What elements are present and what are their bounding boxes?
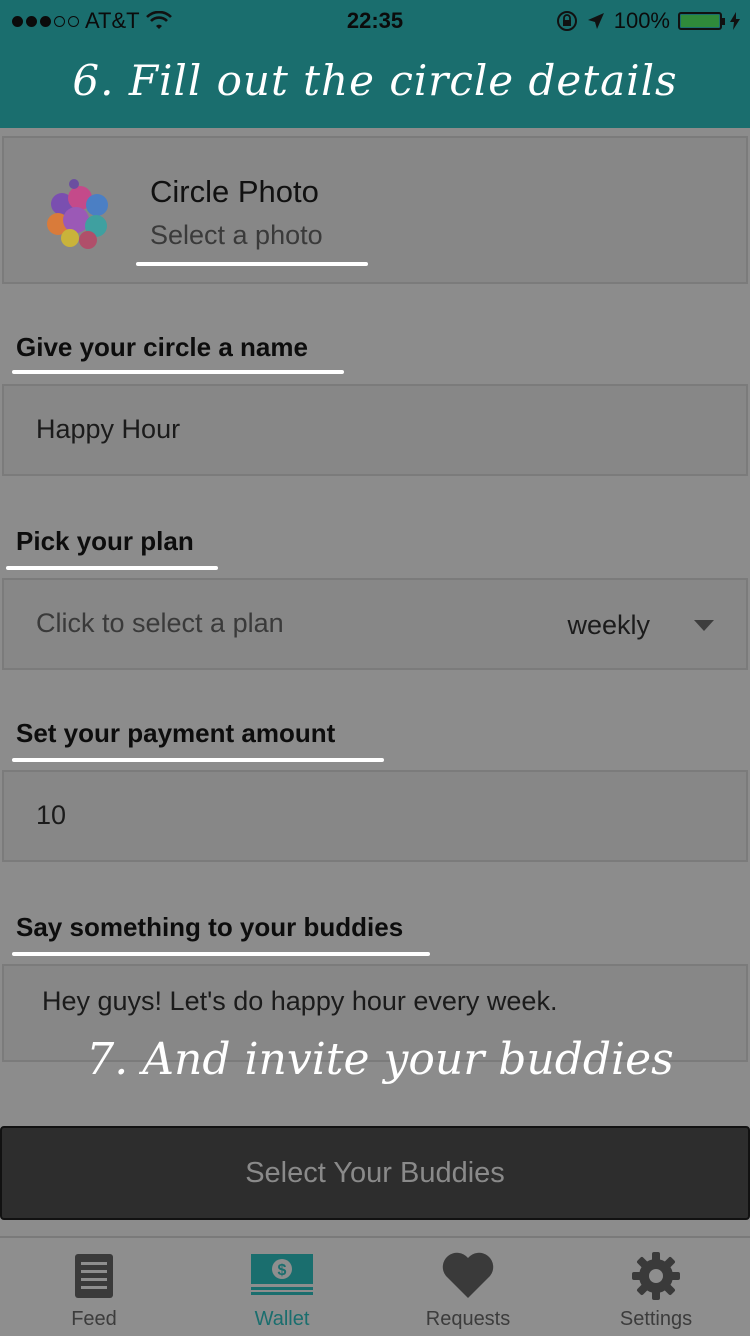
tab-requests[interactable]: Requests (374, 1238, 562, 1336)
wallet-icon: $ (251, 1254, 313, 1295)
dropdown-arrow-icon[interactable] (694, 620, 714, 631)
annotation-underline (12, 952, 430, 956)
invite-annotation: 7. And invite your buddies (86, 1034, 674, 1085)
feed-icon (75, 1254, 113, 1298)
svg-text:$: $ (278, 1262, 287, 1279)
charging-icon (730, 12, 740, 30)
tab-wallet[interactable]: $ Wallet (188, 1238, 376, 1336)
annotation-underline (136, 262, 368, 266)
payment-amount-input[interactable]: 10 (2, 770, 748, 862)
tab-label: Feed (71, 1308, 117, 1330)
annotation-underline (12, 370, 344, 374)
circle-name-value: Happy Hour (36, 414, 181, 444)
tab-label: Settings (619, 1308, 693, 1330)
annotation-underline (12, 758, 384, 762)
battery-percent: 100% (613, 8, 670, 33)
circle-photo-title: Circle Photo (150, 174, 319, 209)
message-value: Hey guys! Let's do happy hour every week… (42, 986, 558, 1016)
plan-label: Pick your plan (16, 526, 194, 556)
circle-name-label: Give your circle a name (16, 332, 308, 362)
gear-icon (632, 1252, 680, 1300)
circle-name-input[interactable]: Happy Hour (2, 384, 748, 476)
tab-label: Wallet (254, 1308, 310, 1330)
tab-bar: Feed $ Wallet Requests Settings (0, 1236, 750, 1336)
tab-feed[interactable]: Feed (0, 1238, 188, 1336)
tab-settings[interactable]: Settings (562, 1238, 750, 1336)
plan-placeholder: Click to select a plan (36, 608, 284, 638)
tab-label: Requests (425, 1308, 511, 1330)
select-buddies-button[interactable]: Select Your Buddies (0, 1126, 750, 1220)
payment-amount-label: Set your payment amount (16, 718, 336, 748)
select-photo-link[interactable]: Select a photo (150, 220, 323, 251)
battery-icon (678, 12, 725, 30)
plan-selected-value: weekly (567, 610, 650, 640)
instruction-title: 6. Fill out the circle details (72, 56, 678, 105)
circle-photo-card[interactable]: Circle Photo Select a photo (2, 136, 748, 284)
heart-icon (442, 1252, 494, 1298)
payment-amount-value: 10 (36, 800, 67, 830)
annotation-underline (6, 566, 218, 570)
location-icon (587, 13, 604, 29)
message-label: Say something to your buddies (16, 912, 404, 942)
rotation-lock-icon (556, 11, 577, 31)
status-bar: AT&T 22:35 100% (0, 0, 750, 40)
plan-select[interactable]: Click to select a plan weekly (2, 578, 748, 670)
circle-photo-thumbnail (47, 179, 108, 249)
status-right: 100% (556, 8, 740, 34)
